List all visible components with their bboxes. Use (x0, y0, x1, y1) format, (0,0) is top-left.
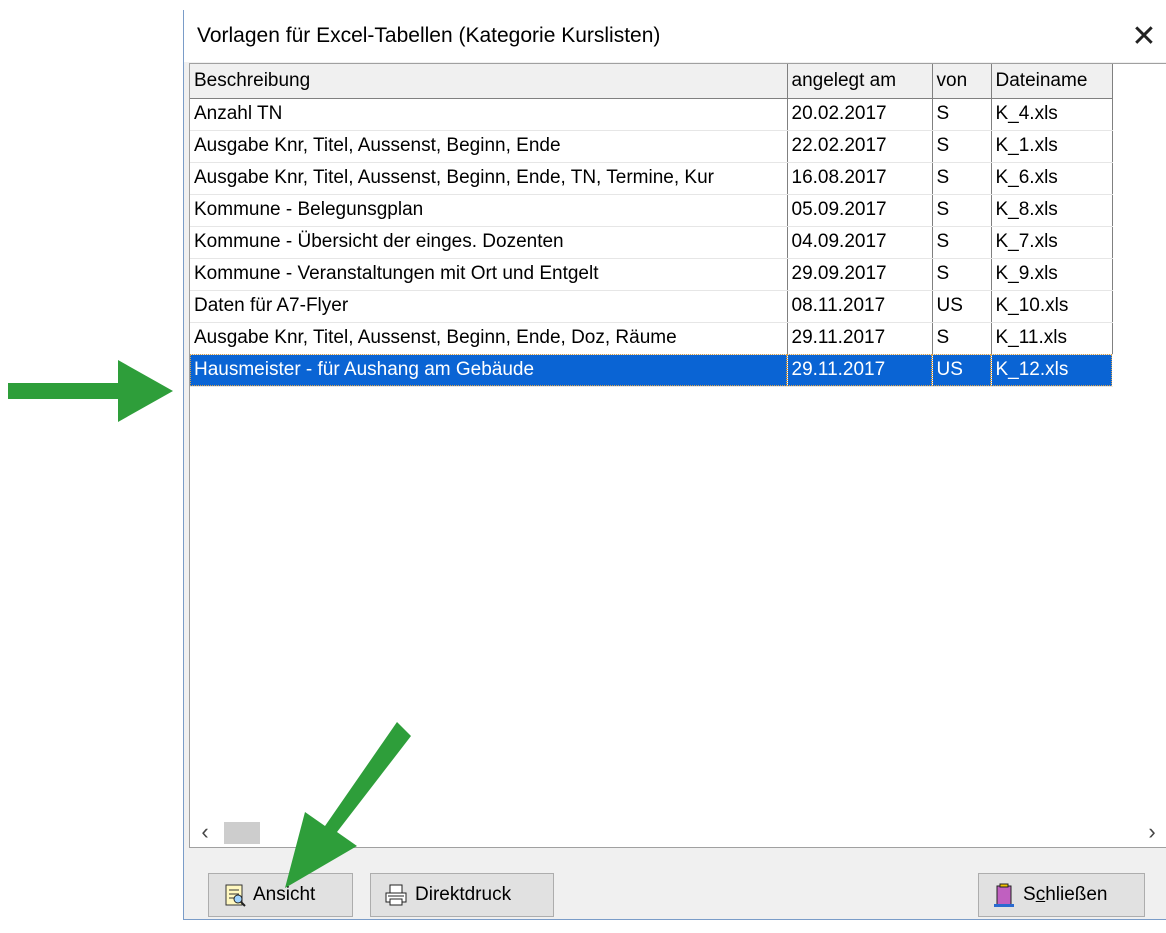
table-row[interactable]: Daten für A7-Flyer 08.11.2017 US K_10.xls (190, 290, 1113, 323)
cell-von: US (932, 290, 992, 323)
cell-dateiname: K_10.xls (991, 290, 1113, 323)
close-button[interactable]: ✕ (1121, 10, 1166, 62)
cell-dateiname: K_8.xls (991, 194, 1113, 227)
cell-von: S (932, 130, 992, 163)
scroll-right-icon[interactable]: › (1137, 818, 1166, 846)
cell-beschreibung: Ausgabe Knr, Titel, Aussenst, Beginn, En… (190, 130, 788, 163)
cell-von: S (932, 226, 992, 259)
cell-angelegt-am: 29.11.2017 (787, 322, 933, 355)
cell-dateiname: K_9.xls (991, 258, 1113, 291)
table-row[interactable]: Hausmeister - für Aushang am Gebäude 29.1… (190, 354, 1113, 387)
header-row: Beschreibung angelegt am von Dateiname (190, 64, 1113, 99)
right-arrow-annotation (8, 360, 173, 422)
cell-dateiname: K_12.xls (991, 354, 1113, 387)
cell-von: S (932, 322, 992, 355)
cell-von: S (932, 258, 992, 291)
exit-door-icon (991, 882, 1017, 908)
table-row[interactable]: Ausgabe Knr, Titel, Aussenst, Beginn, En… (190, 322, 1113, 355)
cell-beschreibung: Kommune - Belegunsgplan (190, 194, 788, 227)
close-icon: ✕ (1131, 19, 1157, 53)
table-row[interactable]: Kommune - Belegunsgplan 05.09.2017 S K_8.xl… (190, 194, 1113, 227)
cell-beschreibung: Anzahl TN (190, 98, 788, 131)
table-row[interactable]: Kommune - Veranstaltungen mit Ort und En… (190, 258, 1113, 291)
table-row[interactable]: Anzahl TN 20.02.2017 S K_4.xls (190, 98, 1113, 131)
cell-beschreibung: Daten für A7-Flyer (190, 290, 788, 323)
cell-von: S (932, 194, 992, 227)
cell-dateiname: K_4.xls (991, 98, 1113, 131)
table-row[interactable]: Ausgabe Knr, Titel, Aussenst, Beginn, En… (190, 130, 1113, 163)
down-left-arrow-annotation (285, 722, 411, 888)
scroll-left-icon[interactable]: ‹ (190, 818, 220, 846)
cell-angelegt-am: 05.09.2017 (787, 194, 933, 227)
scroll-thumb[interactable] (224, 822, 260, 844)
table-row[interactable]: Ausgabe Knr, Titel, Aussenst, Beginn, En… (190, 162, 1113, 195)
cell-beschreibung: Kommune - Übersicht der einges. Dozenten (190, 226, 788, 259)
cell-angelegt-am: 22.02.2017 (787, 130, 933, 163)
cell-von: US (932, 354, 992, 387)
view-document-icon (221, 882, 247, 908)
cell-angelegt-am: 29.09.2017 (787, 258, 933, 291)
cell-angelegt-am: 20.02.2017 (787, 98, 933, 131)
template-table: Beschreibung angelegt am von Dateiname A… (190, 64, 1113, 387)
cell-von: S (932, 98, 992, 131)
column-header-von[interactable]: von (932, 64, 992, 99)
cell-beschreibung: Ausgabe Knr, Titel, Aussenst, Beginn, En… (190, 162, 788, 195)
title-bar[interactable]: Vorlagen für Excel-Tabellen (Kategorie K… (184, 10, 1166, 62)
column-header-dateiname[interactable]: Dateiname (991, 64, 1113, 99)
cell-dateiname: K_11.xls (991, 322, 1113, 355)
column-header-beschreibung[interactable]: Beschreibung (190, 64, 788, 99)
window-title: Vorlagen für Excel-Tabellen (Kategorie K… (197, 24, 661, 47)
cell-dateiname: K_6.xls (991, 162, 1113, 195)
cell-angelegt-am: 04.09.2017 (787, 226, 933, 259)
cell-von: S (932, 162, 992, 195)
schliessen-button[interactable]: Schließen (978, 873, 1145, 917)
cell-beschreibung: Ausgabe Knr, Titel, Aussenst, Beginn, En… (190, 322, 788, 355)
cell-beschreibung: Hausmeister - für Aushang am Gebäude (190, 354, 788, 387)
column-header-angelegt-am[interactable]: angelegt am (787, 64, 933, 99)
cell-angelegt-am: 08.11.2017 (787, 290, 933, 323)
schliessen-label: Schließen (1023, 884, 1108, 905)
cell-angelegt-am: 16.08.2017 (787, 162, 933, 195)
cell-dateiname: K_1.xls (991, 130, 1113, 163)
cell-beschreibung: Kommune - Veranstaltungen mit Ort und En… (190, 258, 788, 291)
cell-dateiname: K_7.xls (991, 226, 1113, 259)
table-row[interactable]: Kommune - Übersicht der einges. Dozenten… (190, 226, 1113, 259)
cell-angelegt-am: 29.11.2017 (787, 354, 933, 387)
direktdruck-label: Direktdruck (415, 884, 512, 905)
